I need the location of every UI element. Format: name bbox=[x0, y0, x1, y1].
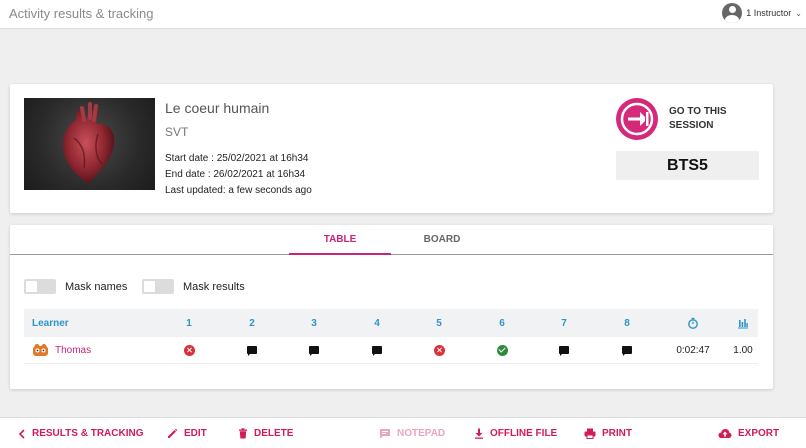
last-updated: Last updated: a few seconds ago bbox=[165, 185, 312, 196]
footer-action-bar: RESULTS & TRACKING EDIT DELETE NOTEPAD O… bbox=[0, 417, 806, 448]
comment-icon bbox=[379, 428, 391, 439]
table-row[interactable]: Thomas 0:02:47 1.00 bbox=[24, 337, 758, 364]
toggle-switch[interactable] bbox=[24, 279, 56, 294]
session-subject: SVT bbox=[165, 125, 189, 139]
cloud-upload-icon bbox=[718, 428, 732, 439]
result-q5[interactable] bbox=[423, 337, 455, 363]
notepad-button[interactable]: NOTEPAD bbox=[379, 418, 445, 448]
mask-results-label: Mask results bbox=[183, 280, 245, 293]
session-thumbnail bbox=[24, 98, 155, 190]
end-date: End date : 26/02/2021 at 16h34 bbox=[165, 169, 306, 180]
bar-chart-icon bbox=[723, 309, 763, 337]
pencil-icon bbox=[167, 428, 178, 439]
wrong-icon bbox=[433, 344, 445, 356]
header-q6[interactable]: 6 bbox=[486, 309, 518, 337]
delete-button[interactable]: DELETE bbox=[238, 418, 293, 448]
go-to-line-2: SESSION bbox=[669, 120, 714, 131]
notepad-label: NOTEPAD bbox=[397, 428, 446, 439]
top-bar: Activity results & tracking 1 Instructor… bbox=[0, 0, 806, 29]
comment-icon bbox=[247, 346, 257, 356]
edit-button[interactable]: EDIT bbox=[167, 418, 207, 448]
go-to-session-button[interactable]: GO TO THIS SESSION bbox=[616, 98, 739, 140]
trash-icon bbox=[238, 428, 248, 439]
chevron-down-icon: ⌄ bbox=[795, 8, 802, 18]
avatar-icon bbox=[33, 344, 48, 356]
heart-image bbox=[62, 102, 115, 184]
printer-icon bbox=[584, 428, 596, 439]
tab-board[interactable]: BOARD bbox=[391, 225, 493, 255]
result-q6[interactable] bbox=[486, 337, 518, 363]
mask-names-toggle[interactable]: Mask names bbox=[24, 279, 127, 294]
mask-names-label: Mask names bbox=[65, 280, 128, 293]
print-button[interactable]: PRINT bbox=[584, 418, 632, 448]
user-menu[interactable]: 1 Instructor ⌄ bbox=[722, 2, 802, 24]
toggle-switch[interactable] bbox=[142, 279, 174, 294]
result-q8[interactable] bbox=[611, 337, 643, 363]
login-arrow-icon bbox=[616, 98, 658, 140]
header-q5[interactable]: 5 bbox=[423, 309, 455, 337]
page-title: Activity results & tracking bbox=[9, 6, 154, 21]
export-label: EXPORT bbox=[738, 428, 780, 439]
print-label: PRINT bbox=[602, 428, 632, 439]
header-q7[interactable]: 7 bbox=[548, 309, 580, 337]
view-tabs: TABLE BOARD bbox=[10, 225, 773, 255]
session-card: Le coeur humain SVT Start date : 25/02/2… bbox=[10, 84, 773, 213]
session-title: Le coeur humain bbox=[165, 100, 270, 116]
delete-label: DELETE bbox=[254, 428, 294, 439]
header-q4[interactable]: 4 bbox=[361, 309, 393, 337]
correct-icon bbox=[496, 344, 508, 356]
download-icon bbox=[474, 428, 484, 439]
edit-label: EDIT bbox=[184, 428, 207, 439]
learner-name[interactable]: Thomas bbox=[55, 345, 91, 356]
wrong-icon bbox=[183, 344, 195, 356]
user-label: 1 Instructor bbox=[746, 8, 792, 18]
header-q2[interactable]: 2 bbox=[236, 309, 268, 337]
chevron-left-icon bbox=[18, 428, 26, 439]
result-q4[interactable] bbox=[361, 337, 393, 363]
comment-icon bbox=[559, 346, 569, 356]
table-header: Learner 1 2 3 4 5 6 7 8 bbox=[24, 309, 758, 337]
go-to-session-label: GO TO THIS SESSION bbox=[669, 105, 739, 133]
go-to-line-1: GO TO THIS bbox=[669, 106, 727, 117]
comment-icon bbox=[309, 346, 319, 356]
result-q1[interactable] bbox=[173, 337, 205, 363]
result-q7[interactable] bbox=[548, 337, 580, 363]
mask-results-toggle[interactable]: Mask results bbox=[142, 279, 245, 294]
learner-cell: Thomas bbox=[32, 337, 152, 363]
header-q8[interactable]: 8 bbox=[611, 309, 643, 337]
offline-file-button[interactable]: OFFLINE FILE bbox=[474, 418, 557, 448]
results-tracking-button[interactable]: RESULTS & TRACKING bbox=[18, 418, 143, 448]
header-q1[interactable]: 1 bbox=[173, 309, 205, 337]
comment-icon bbox=[372, 346, 382, 356]
time-value: 0:02:47 bbox=[676, 344, 710, 356]
user-avatar-icon bbox=[722, 3, 743, 23]
export-button[interactable]: EXPORT bbox=[718, 418, 779, 448]
session-code: BTS5 bbox=[616, 151, 759, 180]
comment-icon bbox=[622, 346, 632, 356]
results-card: TABLE BOARD Mask names Mask results Lear… bbox=[10, 225, 773, 389]
tab-table[interactable]: TABLE bbox=[289, 225, 391, 255]
header-learner[interactable]: Learner bbox=[32, 309, 152, 337]
score-value: 1.00 bbox=[733, 344, 753, 356]
start-date: Start date : 25/02/2021 at 16h34 bbox=[165, 153, 309, 164]
result-q2[interactable] bbox=[236, 337, 268, 363]
result-q3[interactable] bbox=[298, 337, 330, 363]
stopwatch-icon bbox=[673, 309, 713, 337]
offline-file-label: OFFLINE FILE bbox=[490, 428, 558, 439]
header-q3[interactable]: 3 bbox=[298, 309, 330, 337]
results-tracking-label: RESULTS & TRACKING bbox=[32, 428, 144, 439]
